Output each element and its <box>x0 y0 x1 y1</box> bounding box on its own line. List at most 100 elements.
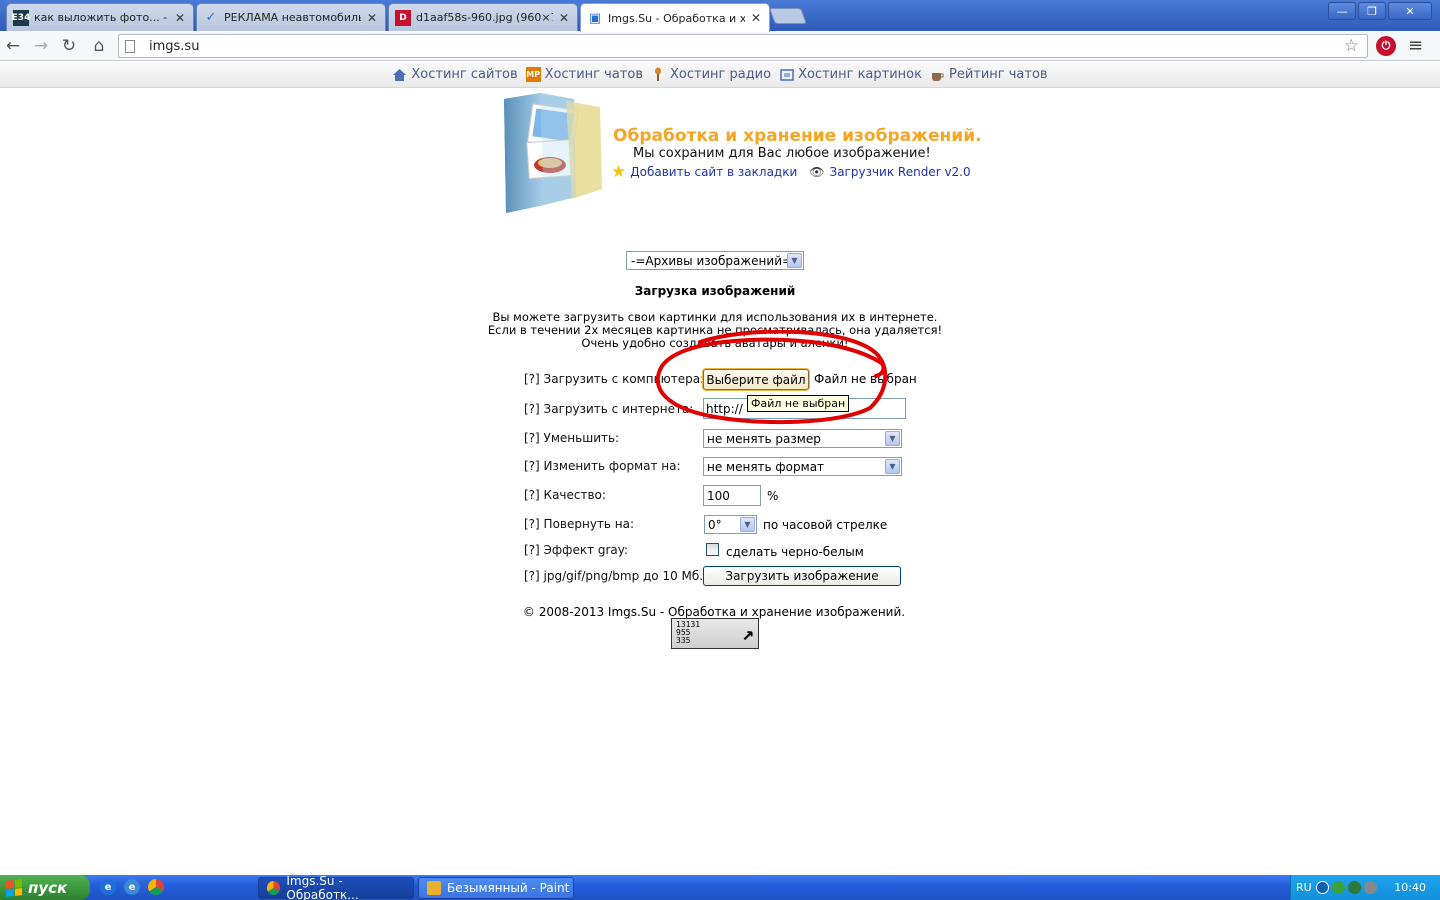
quality-input[interactable]: 100 <box>703 485 761 506</box>
tab-favicon-icon: E34 <box>12 9 30 26</box>
house-icon <box>392 67 407 82</box>
address-url: imgs.su <box>149 38 200 54</box>
arrow-up-right-icon: ↗ <box>741 621 754 645</box>
intro-text: Вы можете загрузить свои картинки для ис… <box>487 310 943 350</box>
section-title: Загрузка изображений <box>634 284 796 298</box>
site-top-nav: Хостинг сайтов MP Хостинг чатов Хостинг … <box>0 62 1440 88</box>
rotate-suffix: по часовой стрелке <box>763 518 888 532</box>
extension-icon[interactable]: ⏻ <box>1376 36 1396 56</box>
address-bar[interactable]: imgs.su ☆ <box>118 34 1368 58</box>
tab-label: Imgs.Su - Обработка и хра <box>608 11 745 25</box>
chrome-icon[interactable] <box>148 879 164 895</box>
quick-launch: e e <box>100 879 164 895</box>
os-taskbar: пуск e e Imgs.Su - Обработк... Безымянны… <box>0 874 1440 900</box>
grayscale-checkbox[interactable] <box>706 543 719 556</box>
render-loader-link[interactable]: Загрузчик Render v2.0 <box>830 165 971 179</box>
rotate-select[interactable]: 0° ▼ <box>704 515 757 534</box>
system-tray: RU 10:40 <box>1290 875 1440 900</box>
rotate-label: [?] Повернуть на: <box>524 517 635 531</box>
file-status: Файл не выбран <box>814 372 917 386</box>
mic-icon <box>651 67 666 82</box>
tab-close-icon[interactable]: ✕ <box>367 11 377 25</box>
chevron-down-icon: ▼ <box>885 459 900 474</box>
add-bookmark-link[interactable]: Добавить сайт в закладки <box>630 165 797 179</box>
tab-label: РЕКЛАМА неавтомобильные <box>224 11 361 24</box>
tray-shield-icon[interactable] <box>1331 881 1345 894</box>
forward-arrow-icon[interactable]: → <box>30 35 52 57</box>
format-select[interactable]: не менять формат ▼ <box>703 457 902 476</box>
bookmark-star-icon[interactable]: ☆ <box>1344 36 1359 56</box>
tab-favicon-icon: ▣ <box>588 10 602 26</box>
chevron-down-icon: ▼ <box>885 431 900 446</box>
quality-unit: % <box>767 489 779 503</box>
tab-4-active[interactable]: ▣ Imgs.Su - Обработка и хра ✕ <box>580 3 770 32</box>
chevron-down-icon: ▼ <box>740 517 755 532</box>
nav-chat-hosting[interactable]: MP Хостинг чатов <box>525 67 643 82</box>
tab-label: d1aaf58s-960.jpg (960×720 <box>416 11 553 24</box>
cup-icon <box>930 67 945 82</box>
browser-tabstrip: E34 как выложить фото... - Фо ✕ ✓ РЕКЛАМ… <box>0 0 1440 32</box>
upload-image-button[interactable]: Загрузить изображение <box>703 566 901 586</box>
tab-favicon-icon: D <box>395 9 411 26</box>
grayscale-checkbox-label[interactable]: сделать черно-белым <box>726 545 864 559</box>
tab-close-icon[interactable]: ✕ <box>559 11 569 25</box>
maximize-button[interactable]: ❐ <box>1358 2 1386 20</box>
eye-icon: 👁 <box>809 165 825 179</box>
choose-file-button[interactable]: Выберите файл <box>703 369 809 390</box>
tab-1[interactable]: E34 как выложить фото... - Фо ✕ <box>6 3 194 31</box>
tab-close-icon[interactable]: ✕ <box>175 11 185 25</box>
file-tooltip: Файл не выбран <box>747 395 850 412</box>
taskbar-item-chrome[interactable]: Imgs.Su - Обработк... <box>258 874 414 900</box>
tab-2[interactable]: ✓ РЕКЛАМА неавтомобильные ✕ <box>196 3 386 31</box>
browser-menu-icon[interactable]: ≡ <box>1408 35 1423 56</box>
tab-3[interactable]: D d1aaf58s-960.jpg (960×720 ✕ <box>388 3 578 31</box>
ie-icon[interactable]: e <box>100 879 116 895</box>
picture-icon <box>779 67 794 82</box>
tab-close-icon[interactable]: ✕ <box>751 11 761 25</box>
quality-label: [?] Качество: <box>524 488 606 502</box>
reload-icon[interactable]: ↻ <box>58 35 80 57</box>
language-indicator[interactable]: RU <box>1296 881 1312 894</box>
paint-icon <box>427 881 441 895</box>
gray-label: [?] Эффект gray: <box>524 543 629 557</box>
mp-icon: MP <box>525 67 541 82</box>
taskbar-item-paint[interactable]: Безымянный - Paint <box>418 877 574 899</box>
back-arrow-icon[interactable]: ← <box>2 35 24 57</box>
tray-network-icon[interactable] <box>1347 881 1361 894</box>
chrome-icon <box>267 881 281 895</box>
site-title: Обработка и хранение изображений. <box>613 126 982 146</box>
start-button[interactable]: пуск <box>0 875 90 900</box>
clock[interactable]: 10:40 <box>1394 881 1426 894</box>
visit-counter[interactable]: 13131 955 335 ↗ <box>671 618 759 649</box>
window-controls: — ❐ ✕ <box>1328 2 1432 20</box>
browser-toolbar: ← → ↻ ⌂ imgs.su ☆ ⏻ ≡ <box>0 31 1440 61</box>
tray-arrow-icon[interactable] <box>1315 881 1329 894</box>
tab-label: как выложить фото... - Фо <box>34 11 169 24</box>
nav-radio-hosting[interactable]: Хостинг радио <box>651 67 771 82</box>
close-window-button[interactable]: ✕ <box>1388 2 1432 20</box>
site-logo-folder-icon <box>500 93 610 215</box>
resize-select[interactable]: не менять размер ▼ <box>703 429 902 448</box>
chevron-down-icon: ▼ <box>787 253 802 268</box>
upload-web-label: [?] Загрузить с интернета: <box>524 402 694 416</box>
archive-select[interactable]: -=Архивы изображений=- ▼ <box>626 251 804 270</box>
home-icon[interactable]: ⌂ <box>88 35 110 57</box>
nav-chat-rating[interactable]: Рейтинг чатов <box>930 67 1048 82</box>
page-icon <box>125 39 135 53</box>
browser-icon[interactable]: e <box>124 879 140 895</box>
tray-volume-icon[interactable] <box>1363 881 1377 894</box>
nav-site-hosting[interactable]: Хостинг сайтов <box>392 67 518 82</box>
windows-logo-icon <box>6 878 22 897</box>
nav-image-hosting[interactable]: Хостинг картинок <box>779 67 922 82</box>
upload-pc-label: [?] Загрузить с компьютера: <box>524 372 705 386</box>
tab-favicon-icon: ✓ <box>205 10 217 25</box>
footer-copyright: © 2008-2013 Imgs.Su - Обработка и хранен… <box>522 605 906 619</box>
star-icon: ★ <box>611 162 627 182</box>
resize-label: [?] Уменьшить: <box>524 431 620 445</box>
formats-label: [?] jpg/gif/png/bmp до 10 Мб. <box>524 569 704 583</box>
site-subtitle: Мы сохраним для Вас любое изображение! <box>633 146 931 161</box>
header-links: ★ Добавить сайт в закладки 👁 Загрузчик R… <box>611 162 971 182</box>
format-label: [?] Изменить формат на: <box>524 459 681 473</box>
new-tab-button[interactable] <box>769 8 807 24</box>
minimize-button[interactable]: — <box>1328 2 1356 20</box>
